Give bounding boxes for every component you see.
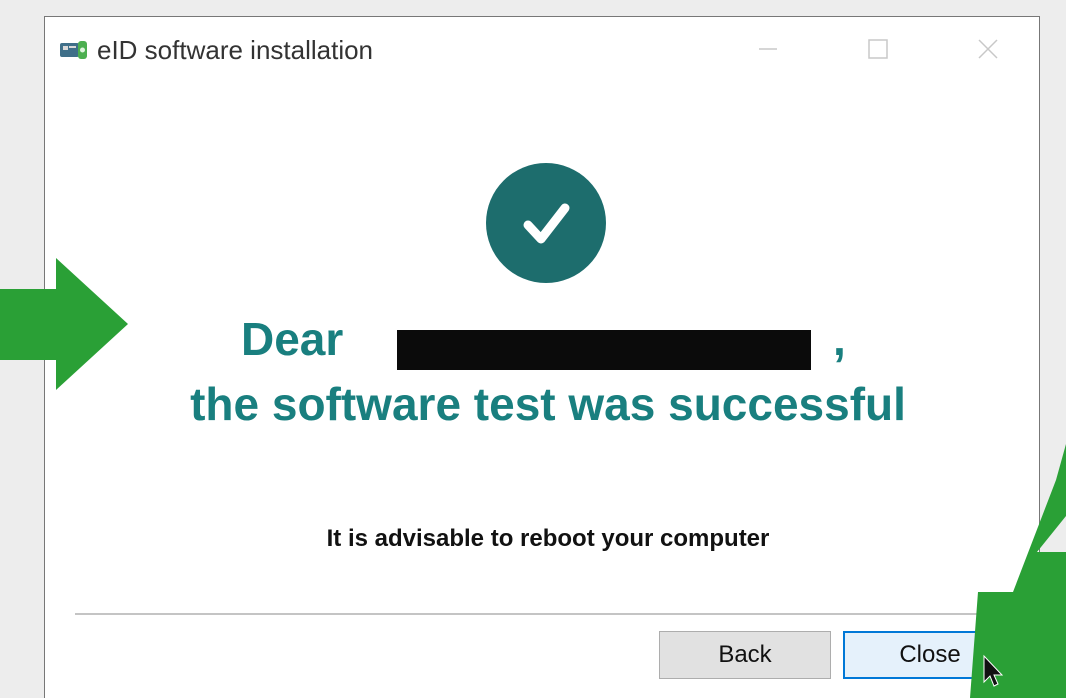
greeting-suffix: ,: [833, 313, 846, 365]
maximize-button[interactable]: [853, 27, 903, 71]
minimize-button[interactable]: [743, 27, 793, 71]
close-button[interactable]: Close: [843, 631, 1017, 679]
window-title: eID software installation: [97, 35, 374, 65]
greeting-prefix: Dear: [241, 313, 344, 365]
footer-divider: [75, 613, 1021, 615]
close-icon: [978, 39, 998, 59]
reboot-advice-text: It is advisable to reboot your computer: [326, 525, 770, 552]
eid-card-reader-icon: [60, 41, 87, 59]
checkmark-icon: [486, 163, 606, 283]
back-button[interactable]: Back: [659, 631, 831, 679]
maximize-icon: [868, 39, 888, 59]
minimize-icon: [759, 48, 777, 50]
installer-window: eID software installation Dear , the sof…: [44, 16, 1040, 698]
screenshot-stage: eID software installation Dear , the sof…: [0, 0, 1066, 698]
close-window-button[interactable]: [963, 27, 1013, 71]
redacted-name: [397, 330, 811, 370]
success-headline: the software test was successful: [190, 378, 906, 430]
title-bar: eID software installation: [45, 17, 1039, 83]
